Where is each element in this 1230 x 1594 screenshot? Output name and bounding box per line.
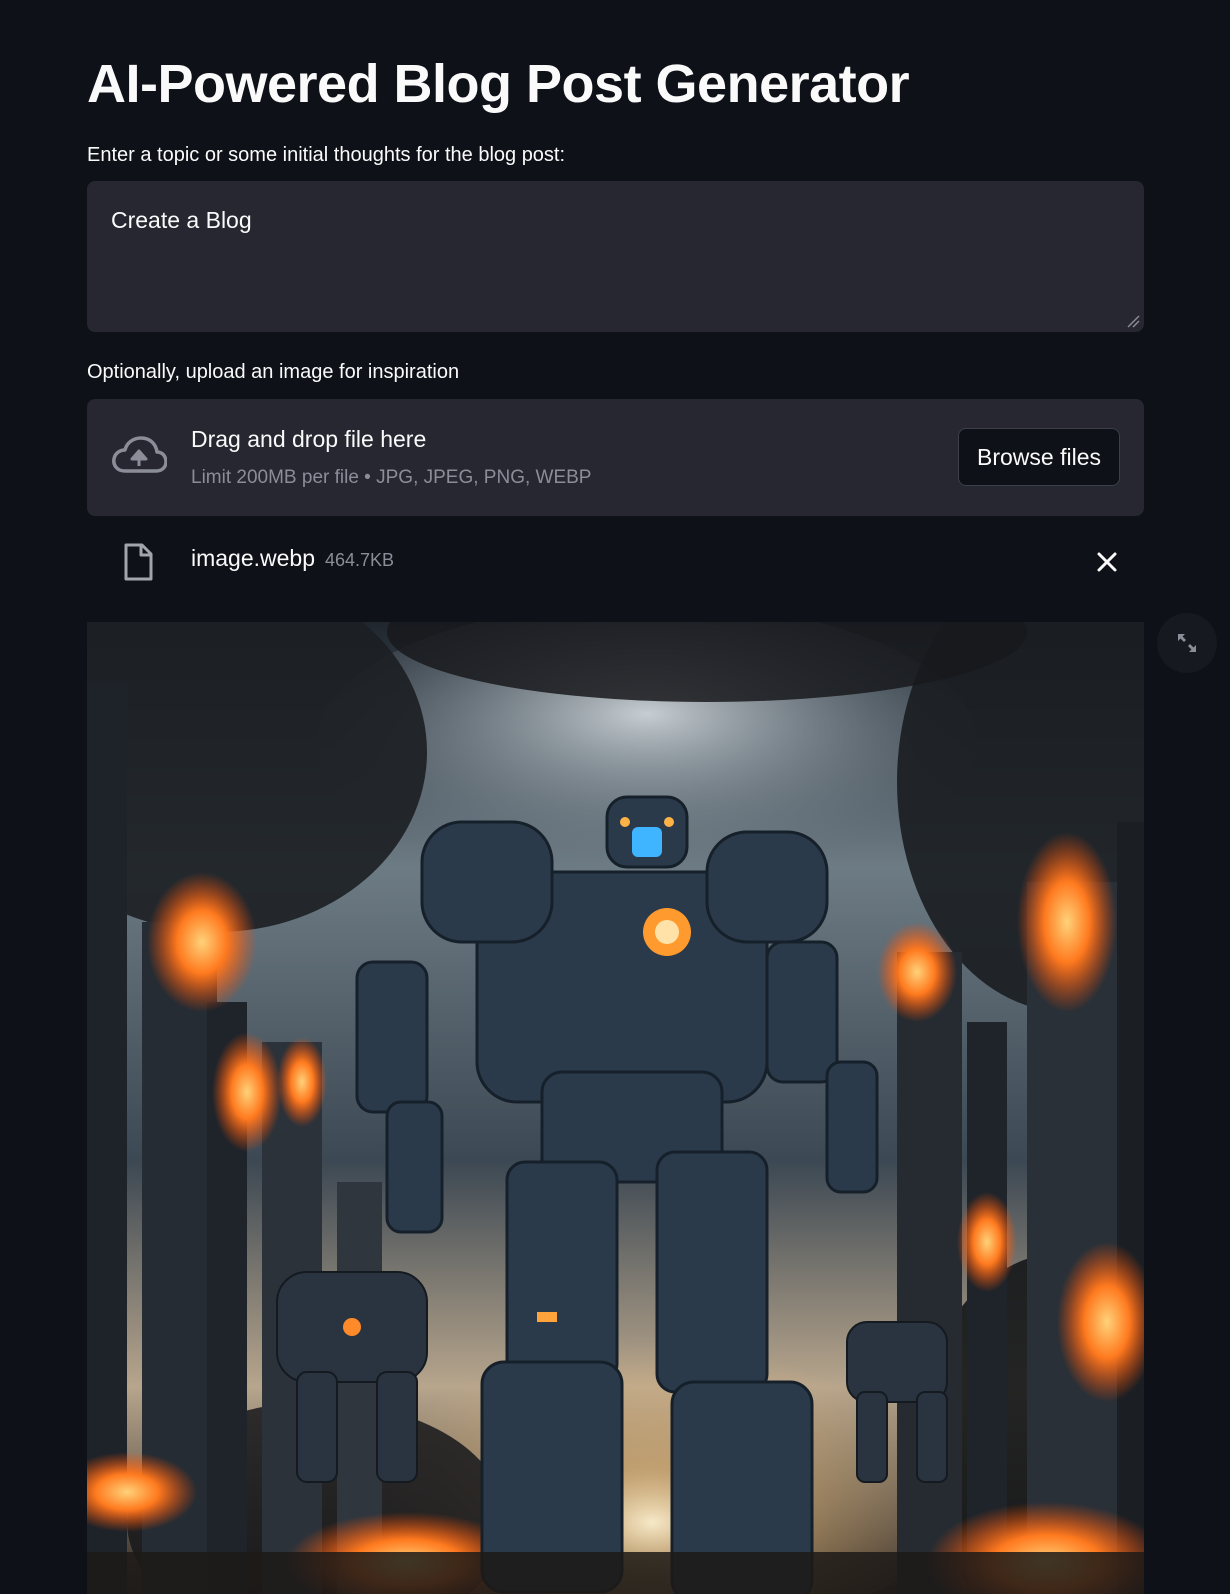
uploaded-file-name: image.webp	[191, 545, 316, 571]
topic-input-label: Enter a topic or some initial thoughts f…	[87, 144, 566, 166]
dropzone-subtitle: Limit 200MB per file • JPG, JPEG, PNG, W…	[191, 467, 592, 488]
page-title: AI-Powered Blog Post Generator	[87, 54, 910, 114]
browse-files-button[interactable]: Browse files	[958, 428, 1120, 486]
topic-textarea-value: Create a Blog	[111, 207, 252, 233]
cloud-upload-icon	[112, 436, 167, 473]
resize-handle-icon[interactable]	[1126, 314, 1140, 328]
uploader-label: Optionally, upload an image for inspirat…	[87, 361, 460, 383]
uploaded-file-size: 464.7KB	[325, 550, 395, 570]
file-icon	[124, 543, 153, 581]
robot-battle-illustration	[87, 622, 1144, 1594]
fullscreen-icon	[1178, 634, 1196, 652]
app-page: AI-Powered Blog Post Generator Enter a t…	[0, 0, 1230, 1594]
dropzone-title: Drag and drop file here	[191, 426, 427, 452]
file-dropzone[interactable]: Drag and drop file here Limit 200MB per …	[87, 399, 1144, 516]
fullscreen-button[interactable]	[1157, 613, 1217, 673]
uploaded-file-row: image.webp 464.7KB	[87, 539, 1144, 585]
close-icon[interactable]	[1096, 551, 1118, 573]
preview-image	[87, 622, 1144, 1594]
topic-textarea[interactable]: Create a Blog	[87, 181, 1144, 332]
